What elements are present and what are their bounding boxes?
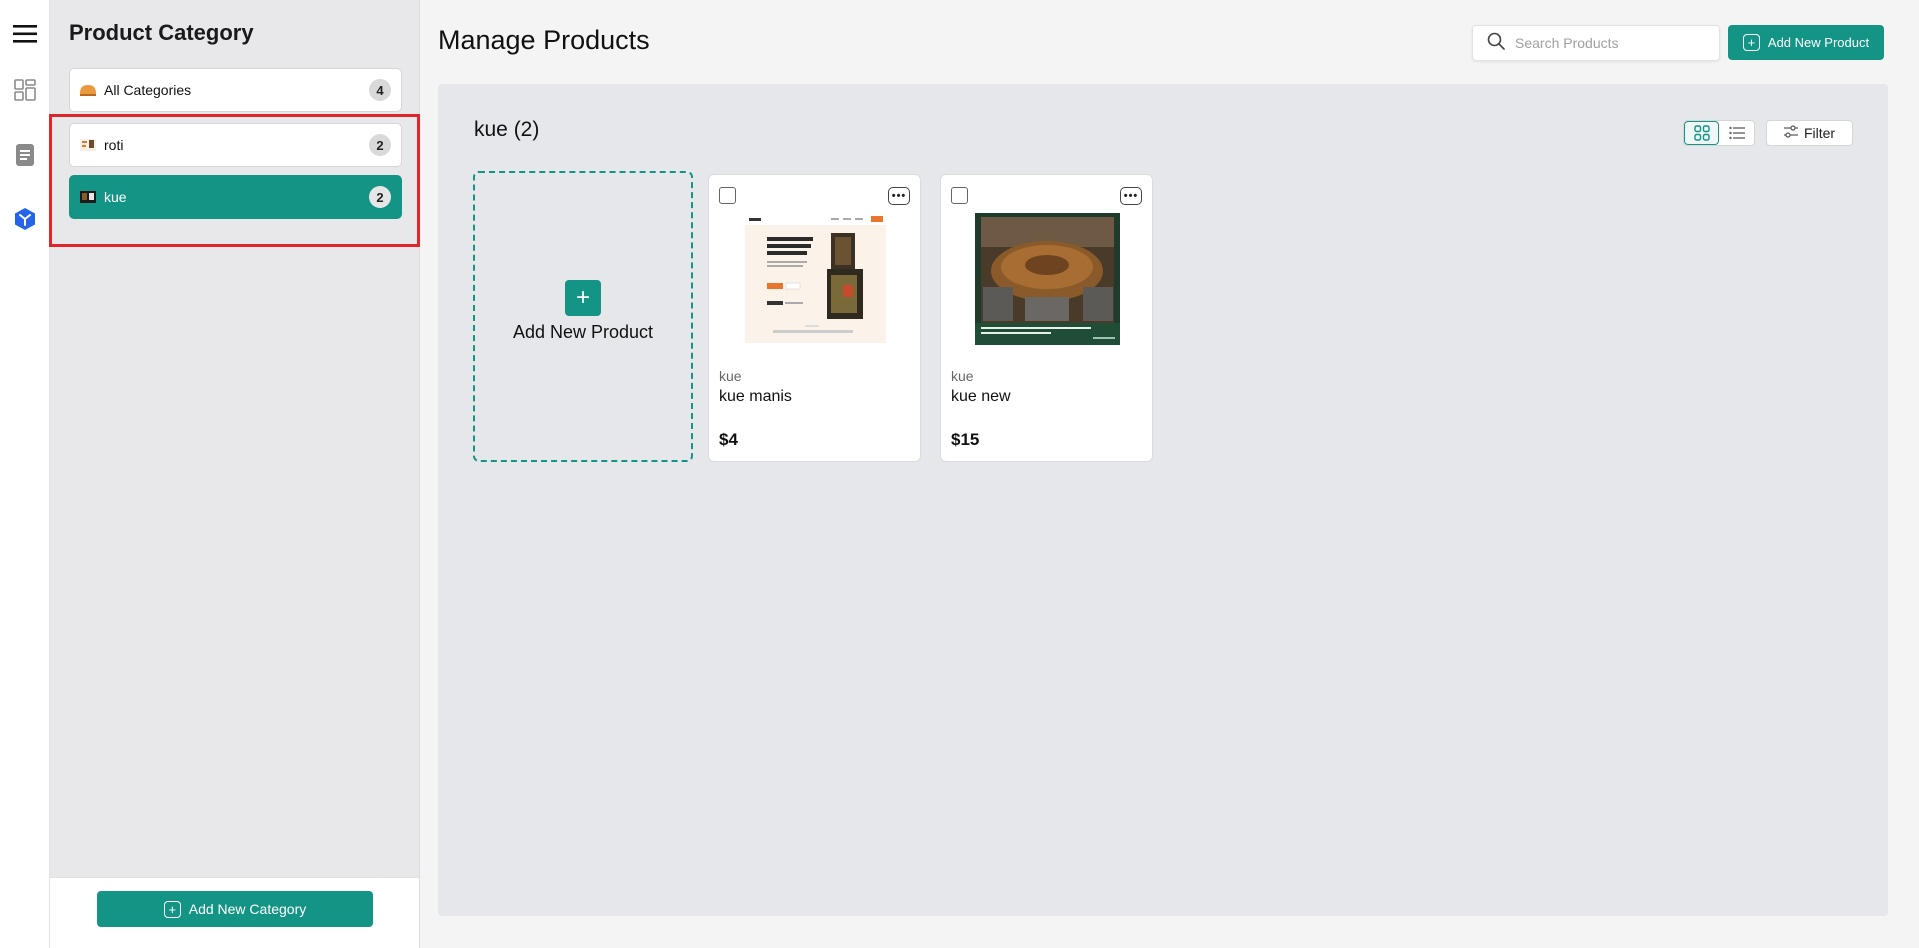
- product-group-title: kue (2): [474, 118, 540, 141]
- category-item-all[interactable]: All Categories 4: [69, 68, 402, 112]
- add-category-button[interactable]: + Add New Category: [97, 891, 373, 927]
- products-content: kue (2) Filter + Add New Product ••• kue…: [438, 84, 1888, 916]
- category-count-badge: 4: [369, 79, 391, 101]
- add-product-button[interactable]: + Add New Product: [1728, 25, 1884, 60]
- category-panel-footer: + Add New Category: [50, 877, 419, 948]
- more-options-icon[interactable]: •••: [888, 187, 910, 205]
- product-name: kue new: [951, 388, 1011, 405]
- category-thumbnail: [78, 190, 98, 204]
- document-icon[interactable]: [12, 142, 38, 168]
- product-image: [743, 213, 888, 345]
- filter-sliders-icon: [1783, 124, 1798, 142]
- filter-button[interactable]: Filter: [1766, 120, 1853, 146]
- product-card[interactable]: ••• kue kue new $15: [940, 174, 1153, 462]
- category-panel-title: Product Category: [69, 20, 254, 45]
- category-panel: Product Category All Categories 4 roti 2…: [49, 0, 420, 948]
- category-item-roti[interactable]: roti 2: [69, 123, 402, 167]
- dashboard-icon[interactable]: [12, 77, 38, 103]
- filter-label: Filter: [1803, 125, 1836, 141]
- view-toggle: [1683, 120, 1755, 146]
- product-select-checkbox[interactable]: [951, 187, 968, 204]
- search-box[interactable]: [1472, 25, 1720, 61]
- add-product-tile[interactable]: + Add New Product: [473, 171, 693, 462]
- add-product-tile-label: Add New Product: [512, 322, 654, 342]
- list-view-icon[interactable]: [1719, 121, 1754, 145]
- product-card[interactable]: ••• kue kue manis $4: [708, 174, 921, 462]
- category-name: kue: [104, 189, 127, 205]
- plus-square-icon: +: [1742, 34, 1760, 51]
- product-cube-icon[interactable]: [12, 206, 38, 232]
- category-thumbnail: [78, 138, 98, 152]
- product-price: $4: [719, 430, 738, 449]
- product-category: kue: [951, 368, 974, 384]
- bread-icon: [78, 83, 98, 97]
- category-item-kue[interactable]: kue 2: [69, 175, 402, 219]
- add-category-label: Add New Category: [188, 901, 307, 917]
- search-input[interactable]: [1515, 35, 1705, 51]
- product-select-checkbox[interactable]: [719, 187, 736, 204]
- product-name: kue manis: [719, 388, 792, 405]
- category-name: roti: [104, 137, 124, 153]
- category-count-badge: 2: [369, 134, 391, 156]
- product-image: [975, 213, 1120, 345]
- more-options-icon[interactable]: •••: [1120, 187, 1142, 205]
- product-category: kue: [719, 368, 742, 384]
- add-product-label: Add New Product: [1767, 35, 1870, 50]
- category-name: All Categories: [104, 82, 192, 98]
- category-count-badge: 2: [369, 186, 391, 208]
- grid-view-icon[interactable]: [1684, 121, 1720, 145]
- product-price: $15: [951, 430, 980, 449]
- plus-square-icon: +: [163, 900, 181, 918]
- search-icon: [1487, 32, 1505, 55]
- plus-icon: +: [565, 280, 601, 316]
- main-area: Manage Products + Add New Product kue (2…: [420, 0, 1919, 948]
- page-title: Manage Products: [438, 25, 650, 55]
- menu-icon[interactable]: [12, 21, 38, 47]
- icon-rail: [0, 0, 50, 948]
